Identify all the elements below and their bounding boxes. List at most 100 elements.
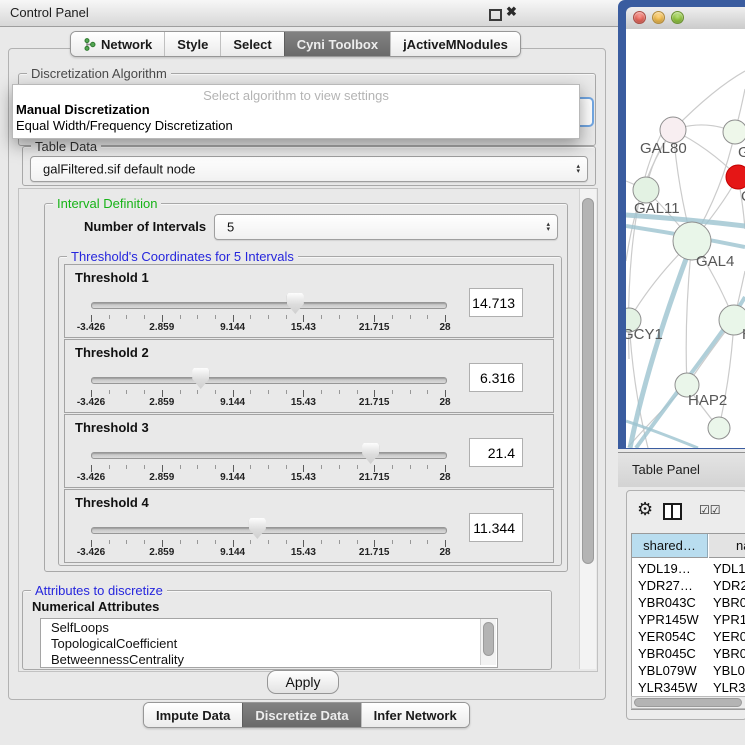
table-cell-name[interactable]: YDR2 [713, 578, 745, 593]
algorithm-option-manual[interactable]: Manual Discretization [16, 102, 576, 118]
slider-handle[interactable] [192, 368, 209, 389]
threshold-value-field[interactable]: 11.344 [469, 513, 523, 542]
horizontal-scrollbar-thumb[interactable] [634, 698, 742, 707]
network-window-titlebar[interactable] [626, 7, 745, 30]
tick-mark [286, 465, 287, 469]
number-of-intervals-combobox[interactable]: 5 ▴▾ [214, 214, 558, 240]
network-node-label: GAL11 [634, 200, 680, 217]
tick-mark [233, 540, 234, 547]
tick-mark [374, 465, 375, 472]
horizontal-scrollbar-track[interactable] [631, 696, 745, 709]
table-cell-name[interactable]: YDL1 [713, 561, 745, 576]
table-cell-name[interactable]: YLR3 [713, 680, 745, 695]
network-node-label: C [741, 188, 745, 205]
tick-mark [427, 390, 428, 394]
threshold-value-field[interactable]: 6.316 [469, 363, 523, 392]
tick-mark [392, 540, 393, 544]
table-cell-shared-name[interactable]: YER054C [638, 629, 696, 644]
network-node[interactable] [723, 120, 745, 144]
column-header-shared-name[interactable]: shared… [632, 534, 708, 558]
tick-label: 2.859 [149, 472, 174, 483]
tick-mark [392, 390, 393, 394]
tab-cyni-toolbox[interactable]: Cyni Toolbox [284, 32, 390, 56]
vertical-scrollbar-track[interactable] [579, 189, 596, 669]
threshold-value-field[interactable]: 14.713 [469, 288, 523, 317]
network-canvas[interactable]: GAL80G.CGAL11GAL4GCY1HHAP2 [626, 29, 745, 448]
tab-discretize-data[interactable]: Discretize Data [242, 703, 360, 727]
table-cell-name[interactable]: YBR0 [713, 595, 745, 610]
node-table: shared… na YDL19… YDL1 YDR27… YDR2 YBR043C YB… [631, 533, 745, 710]
show-columns-checkboxes-icon[interactable]: ☑☑ [699, 503, 721, 517]
tab-network[interactable]: Network [71, 32, 164, 56]
tab-impute-data[interactable]: Impute Data [144, 703, 242, 727]
slider-handle[interactable] [287, 293, 304, 314]
tick-mark [250, 540, 251, 544]
vertical-scrollbar-thumb[interactable] [582, 198, 594, 564]
table-cell-shared-name[interactable]: YDR27… [638, 578, 693, 593]
tick-label: 15.43 [291, 397, 316, 408]
network-node-label: GCY1 [626, 326, 663, 343]
tick-mark [126, 390, 127, 394]
tick-label: 9.144 [220, 397, 245, 408]
network-icon [83, 38, 96, 51]
tick-mark [410, 315, 411, 319]
column-layout-icon[interactable] [663, 503, 682, 520]
tick-mark [268, 540, 269, 544]
network-node[interactable] [726, 165, 745, 189]
tick-label: 21.715 [359, 322, 390, 333]
slider-track[interactable] [91, 302, 447, 309]
apply-button[interactable]: Apply [267, 670, 339, 694]
close-traffic-light[interactable] [633, 11, 646, 24]
attribute-list-item[interactable]: SelfLoops [41, 619, 497, 635]
tick-mark [144, 315, 145, 319]
tick-mark [339, 465, 340, 469]
slider-track[interactable] [91, 527, 447, 534]
tick-mark [91, 540, 92, 547]
table-panel-title: Table Panel [632, 462, 700, 477]
tick-mark [357, 465, 358, 469]
tick-mark [233, 315, 234, 322]
slider-track[interactable] [91, 452, 447, 459]
network-node[interactable] [708, 417, 730, 439]
tick-label: -3.426 [77, 547, 105, 558]
gear-icon[interactable]: ⚙ [637, 499, 653, 520]
tab-jactivemnodules[interactable]: jActiveMNodules [390, 32, 520, 56]
table-cell-shared-name[interactable]: YLR345W [638, 680, 697, 695]
threshold-label: Threshold 4 [75, 495, 149, 510]
tab-infer-network[interactable]: Infer Network [361, 703, 469, 727]
zoom-traffic-light[interactable] [671, 11, 684, 24]
tick-label: 28 [439, 472, 450, 483]
column-header-name[interactable]: na [709, 534, 745, 558]
table-cell-name[interactable]: YPR1 [713, 612, 745, 627]
table-cell-shared-name[interactable]: YBR045C [638, 646, 696, 661]
table-cell-shared-name[interactable]: YPR145W [638, 612, 699, 627]
table-cell-name[interactable]: YBR0 [713, 646, 745, 661]
slider-handle[interactable] [249, 518, 266, 539]
algorithm-option-equal-width[interactable]: Equal Width/Frequency Discretization [16, 118, 576, 134]
attributes-scrollbar-track[interactable] [480, 619, 496, 665]
table-cell-shared-name[interactable]: YDL19… [638, 561, 691, 576]
threshold-value-field[interactable]: 21.4 [469, 438, 523, 467]
close-panel-icon[interactable]: ✖ [506, 4, 517, 20]
tick-mark [286, 390, 287, 394]
minimize-traffic-light[interactable] [652, 11, 665, 24]
slider-handle[interactable] [362, 443, 379, 464]
tick-mark [144, 390, 145, 394]
tick-mark [180, 540, 181, 544]
table-cell-name[interactable]: YER0 [713, 629, 745, 644]
tick-mark [109, 390, 110, 394]
tab-select[interactable]: Select [220, 32, 283, 56]
attributes-scrollbar-thumb[interactable] [483, 622, 494, 656]
table-cell-name[interactable]: YBL0 [713, 663, 745, 678]
table-cell-shared-name[interactable]: YBL079W [638, 663, 697, 678]
attribute-list-item[interactable]: BetweennessCentrality [41, 651, 497, 667]
slider-track[interactable] [91, 377, 447, 384]
tab-style[interactable]: Style [164, 32, 220, 56]
combo-stepper-icon: ▴▾ [576, 164, 580, 174]
tick-mark [321, 540, 322, 544]
table-data-combobox[interactable]: galFiltered.sif default node ▴▾ [30, 156, 588, 182]
tick-mark [109, 315, 110, 319]
float-panel-icon[interactable] [489, 9, 502, 21]
attribute-list-item[interactable]: TopologicalCoefficient [41, 635, 497, 651]
table-cell-shared-name[interactable]: YBR043C [638, 595, 696, 610]
